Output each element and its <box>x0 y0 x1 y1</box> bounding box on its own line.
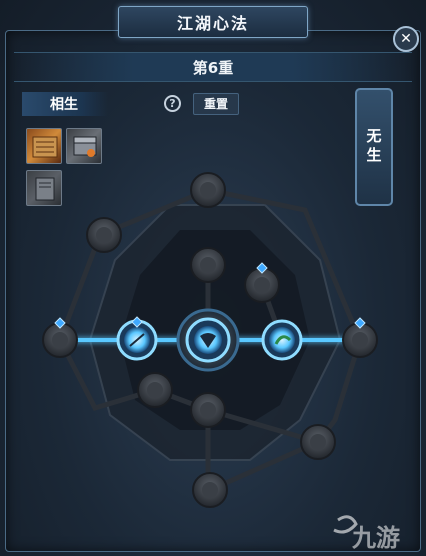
skill-node-bottom[interactable] <box>192 472 228 508</box>
skill-tree <box>42 172 378 534</box>
skill-node-lower-left[interactable] <box>137 372 173 408</box>
skill-node-top[interactable] <box>190 172 226 208</box>
skill-node-upper-mid[interactable] <box>190 247 226 283</box>
skill-node-center[interactable] <box>176 308 240 372</box>
skill-node-lower-right[interactable] <box>300 424 336 460</box>
watermark-text: 九游 <box>352 524 400 552</box>
skill-node-active-right[interactable] <box>261 319 303 361</box>
skill-node-upper-left[interactable] <box>86 217 122 253</box>
skill-node-lower-mid[interactable] <box>190 392 226 428</box>
